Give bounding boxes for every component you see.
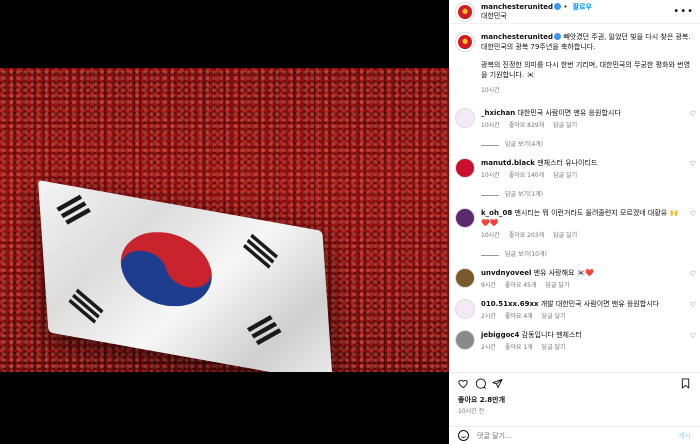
heart-icon[interactable] xyxy=(458,378,469,389)
comment-time: 2시간 xyxy=(481,313,496,320)
comment-username[interactable]: jebiggoc4 xyxy=(481,331,519,339)
man-utd-crest-icon xyxy=(458,35,472,49)
comment-item: unvdnyoveel 맨유 사랑해요 🇰🇷❤️ 9시간 좋아요 45개 답글 달기 ♡ xyxy=(449,268,700,291)
view-replies[interactable]: 답글 보기(1개) xyxy=(481,190,681,200)
caption-text-2: 광복의 진정한 의미를 다시 한번 기리며, 대한민국의 무궁한 평화와 번영을… xyxy=(481,61,691,79)
view-replies-label[interactable]: 답글 보기(1개) xyxy=(505,190,543,200)
comment-likes[interactable]: 좋아요 4개 xyxy=(505,312,533,322)
caption-time: 10시간 xyxy=(481,87,500,94)
follow-button[interactable]: 팔로우 xyxy=(573,3,592,11)
emoji-icon[interactable] xyxy=(458,430,469,441)
comment-item: k_oh_08 맨시티는 뭐 이런거라도 올려줄련지 모르겠네 대황유 🙌❤️❤… xyxy=(449,208,700,260)
comment-avatar[interactable] xyxy=(455,299,475,319)
caption-avatar[interactable] xyxy=(455,32,475,52)
more-options-icon[interactable]: ••• xyxy=(673,6,694,17)
post-header: manchesterunited • 팔로우 대한민국 ••• xyxy=(449,0,700,24)
comment-like-heart-icon[interactable]: ♡ xyxy=(690,210,696,218)
comment-time: 2시간 xyxy=(481,344,496,351)
comment-time: 9시간 xyxy=(481,282,496,289)
post-photo[interactable] xyxy=(0,68,449,372)
comment-username[interactable]: 010.51xx.69xx xyxy=(481,300,538,308)
reply-button[interactable]: 답글 달기 xyxy=(553,171,577,181)
comment-avatar[interactable] xyxy=(455,108,475,128)
add-comment-bar: 게시 xyxy=(449,426,700,444)
comment-likes[interactable]: 좋아요 829개 xyxy=(509,121,544,131)
man-utd-crest-icon xyxy=(458,4,472,19)
view-replies[interactable]: 답글 보기(10개) xyxy=(481,250,681,260)
comment-text: 감동입니다 맨체스터 xyxy=(521,331,582,339)
comment-avatar[interactable] xyxy=(455,158,475,178)
comment-time: 10시간 xyxy=(481,232,500,239)
comment-item: 010.51xx.69xx 개발 대한민국 사람이면 맨유 응원합시다 2시간 좋아… xyxy=(449,299,700,322)
comment-likes[interactable]: 좋아요 1개 xyxy=(505,343,533,353)
share-icon[interactable] xyxy=(492,378,503,389)
taegeuk-symbol xyxy=(112,232,220,307)
comment-time: 10시간 xyxy=(481,122,500,129)
trigram-gam xyxy=(241,233,278,271)
location[interactable]: 대한민국 xyxy=(481,12,592,21)
comment-likes[interactable]: 좋아요 203개 xyxy=(509,231,544,241)
post-side-panel: manchesterunited • 팔로우 대한민국 ••• manchest… xyxy=(449,0,700,444)
comment-text: 맨체스터 유나이티드 xyxy=(537,159,598,167)
comment-like-heart-icon[interactable]: ♡ xyxy=(690,270,696,278)
trigram-geon xyxy=(56,194,93,228)
action-bar: 좋아요 2.8만개 10시간 전 게시 xyxy=(449,372,700,444)
comment-like-heart-icon[interactable]: ♡ xyxy=(690,110,696,118)
trigram-gon xyxy=(246,315,284,348)
comment-text: 대한민국 사람이면 맨유 응원합시다 xyxy=(517,109,621,117)
comment-item: manutd.black 맨체스터 유나이티드 10시간 좋아요 140개 답글 달기… xyxy=(449,158,700,200)
header-username[interactable]: manchesterunited xyxy=(481,3,553,11)
comment-time: 10시간 xyxy=(481,172,500,179)
comment-list: _hxichan 대한민국 사람이면 맨유 응원합시다 10시간 좋아요 829개 답… xyxy=(449,108,700,353)
reply-button[interactable]: 답글 달기 xyxy=(553,121,577,131)
comment-username[interactable]: k_oh_08 xyxy=(481,209,512,217)
post-media xyxy=(0,0,449,444)
comment-username[interactable]: manutd.black xyxy=(481,159,535,167)
bookmark-icon[interactable] xyxy=(680,377,691,389)
trigram-ri xyxy=(67,288,104,326)
verified-badge-icon xyxy=(554,2,562,10)
comment-avatar[interactable] xyxy=(455,208,475,228)
comment-item: _hxichan 대한민국 사람이면 맨유 응원합시다 10시간 좋아요 829개 답… xyxy=(449,108,700,150)
post-comment-button[interactable]: 게시 xyxy=(678,431,691,441)
reply-button[interactable]: 답글 달기 xyxy=(542,343,566,353)
comment-icon[interactable] xyxy=(475,378,486,389)
comment-likes[interactable]: 좋아요 45개 xyxy=(505,281,537,291)
comment-username[interactable]: _hxichan xyxy=(481,109,515,117)
comment-input[interactable] xyxy=(477,431,679,440)
caption-username[interactable]: manchesterunited xyxy=(481,33,553,41)
avatar[interactable] xyxy=(455,1,475,22)
comment-like-heart-icon[interactable]: ♡ xyxy=(690,332,696,340)
verified-badge-icon xyxy=(554,33,562,40)
comment-likes[interactable]: 좋아요 140개 xyxy=(509,171,544,181)
comment-item: jebiggoc4 감동입니다 맨체스터 2시간 좋아요 1개 답글 달기 ♡ xyxy=(449,330,700,353)
reply-button[interactable]: 답글 달기 xyxy=(542,312,566,322)
post-time: 10시간 전 xyxy=(458,408,485,415)
comment-text: 개발 대한민국 사람이면 맨유 응원합시다 xyxy=(540,300,660,308)
view-replies-label[interactable]: 답글 보기(4개) xyxy=(505,140,543,150)
post-dialog: manchesterunited • 팔로우 대한민국 ••• manchest… xyxy=(0,0,700,444)
view-replies[interactable]: 답글 보기(4개) xyxy=(481,140,681,150)
likes-count[interactable]: 좋아요 2.8만개 xyxy=(449,393,700,405)
comment-text: 맨유 사랑해요 🇰🇷❤️ xyxy=(533,269,595,277)
comment-like-heart-icon[interactable]: ♡ xyxy=(690,301,696,309)
caption: manchesterunited 빼앗겼던 주권, 잃었던 빛을 다시 찾은 광… xyxy=(449,28,700,100)
reply-button[interactable]: 답글 달기 xyxy=(545,281,569,291)
comment-avatar[interactable] xyxy=(455,268,475,288)
comment-avatar[interactable] xyxy=(455,330,475,350)
comments-scroll-area[interactable]: manchesterunited 빼앗겼던 주권, 잃었던 빛을 다시 찾은 광… xyxy=(449,28,700,368)
korean-flag-image xyxy=(38,180,333,372)
comment-username[interactable]: unvdnyoveel xyxy=(481,269,531,277)
reply-button[interactable]: 답글 달기 xyxy=(553,231,577,241)
view-replies-label[interactable]: 답글 보기(10개) xyxy=(505,250,547,260)
comment-like-heart-icon[interactable]: ♡ xyxy=(690,160,696,168)
